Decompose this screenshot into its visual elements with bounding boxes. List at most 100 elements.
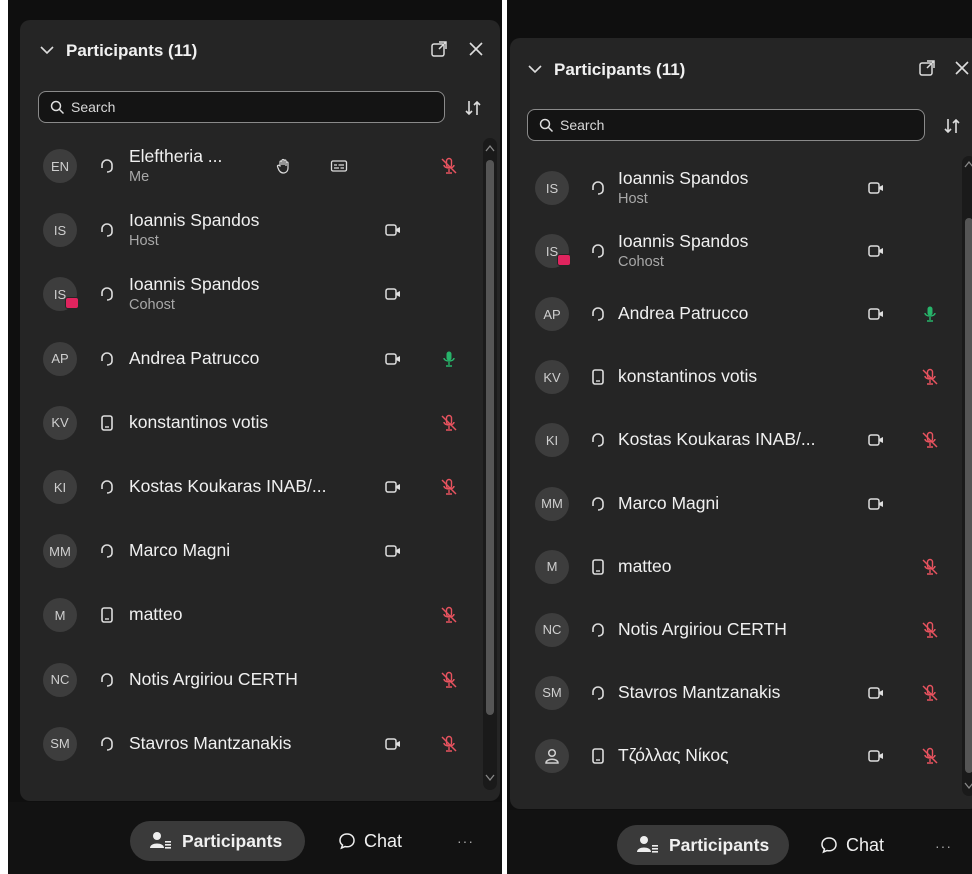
- participant-row[interactable]: KV konstantinos votis: [20, 395, 480, 451]
- headset-icon: [589, 495, 607, 513]
- participant-row[interactable]: MM Marco Magni: [20, 523, 480, 579]
- popout-icon[interactable]: [430, 40, 448, 58]
- participants-panel: Participants (11) ISIoannis SpandosHostI…: [510, 38, 972, 809]
- participant-name: Ioannis Spandos: [129, 210, 260, 231]
- scroll-down-icon[interactable]: [964, 782, 972, 790]
- search-input[interactable]: [71, 92, 371, 122]
- participant-name: matteo: [129, 604, 183, 625]
- captions-icon: [330, 157, 348, 175]
- mic-muted-icon: [440, 735, 458, 753]
- headset-icon: [589, 305, 607, 323]
- scrollbar-thumb[interactable]: [486, 160, 494, 715]
- chat-button[interactable]: Chat: [338, 821, 402, 861]
- participant-role: Cohost: [618, 254, 664, 271]
- avatar-initials: MM: [49, 543, 71, 559]
- participant-row[interactable]: Τζόλλας Νίκος: [510, 728, 960, 784]
- participant-row[interactable]: IS Ioannis Spandos Host: [20, 202, 480, 258]
- scrollbar-thumb[interactable]: [965, 218, 972, 773]
- video-icon: [867, 179, 885, 197]
- headset-icon: [98, 671, 116, 689]
- bottom-toolbar: Participants Chat ···: [507, 810, 972, 874]
- avatar: IS: [535, 234, 571, 269]
- video-icon: [867, 495, 885, 513]
- participant-name: Notis Argiriou CERTH: [618, 618, 787, 639]
- video-icon: [384, 542, 402, 560]
- participants-button[interactable]: Participants: [130, 821, 305, 861]
- participant-row[interactable]: IS Ioannis Spandos Cohost: [20, 266, 480, 322]
- video-icon: [867, 431, 885, 449]
- sort-icon[interactable]: [463, 98, 483, 118]
- avatar: KI: [43, 470, 77, 504]
- participants-button[interactable]: Participants: [617, 825, 789, 865]
- participant-row[interactable]: KI Kostas Koukaras INAB/...: [20, 459, 480, 515]
- participant-name: Ioannis Spandos: [129, 274, 260, 295]
- chat-button[interactable]: Chat: [820, 825, 884, 865]
- scrollbar[interactable]: [483, 138, 497, 790]
- scrollbar[interactable]: [962, 156, 972, 796]
- headset-icon: [98, 157, 116, 175]
- more-options-button[interactable]: ···: [935, 838, 952, 854]
- participant-row[interactable]: KV konstantinos votis: [510, 349, 960, 405]
- phone-icon: [98, 606, 116, 624]
- participants-button-label: Participants: [182, 830, 283, 851]
- close-icon[interactable]: [467, 40, 485, 58]
- avatar: NC: [43, 662, 77, 697]
- participant-row[interactable]: NC Notis Argiriou CERTH: [20, 652, 480, 708]
- search-box[interactable]: [527, 109, 925, 141]
- chat-button-label: Chat: [364, 830, 403, 851]
- scroll-up-icon[interactable]: [964, 160, 972, 168]
- avatar: KV: [535, 360, 569, 395]
- headset-icon: [98, 350, 116, 368]
- chevron-down-icon[interactable]: [38, 41, 56, 59]
- more-options-button[interactable]: ···: [457, 833, 474, 849]
- chat-icon: [821, 837, 837, 854]
- headset-icon: [589, 179, 607, 197]
- mic-muted-icon: [440, 157, 458, 175]
- mic-active-icon: [921, 305, 939, 323]
- avatar: AP: [535, 297, 569, 332]
- participant-row[interactable]: KI Kostas Koukaras INAB/...: [510, 412, 960, 468]
- video-icon: [384, 285, 402, 303]
- participant-row[interactable]: SM Stavros Mantzanakis: [510, 665, 960, 721]
- mic-muted-icon: [921, 621, 939, 639]
- avatar-initials: AP: [543, 306, 561, 322]
- participant-name: Ioannis Spandos: [618, 231, 749, 252]
- participant-row[interactable]: IS Ioannis Spandos Host: [510, 160, 960, 216]
- headset-icon: [589, 621, 607, 639]
- scroll-down-icon[interactable]: [485, 774, 495, 782]
- participant-name: Ioannis Spandos: [618, 168, 749, 188]
- participant-name: matteo: [618, 555, 672, 576]
- mic-muted-icon: [921, 747, 939, 765]
- video-icon: [867, 684, 885, 702]
- participant-name: Kostas Koukaras INAB/...: [129, 476, 327, 496]
- scroll-up-icon[interactable]: [485, 144, 495, 152]
- participant-row[interactable]: SM Stavros Mantzanakis: [20, 716, 480, 772]
- participant-name: Stavros Mantzanakis: [129, 732, 292, 753]
- participants-button-label: Participants: [669, 834, 770, 855]
- avatar-initials: IS: [545, 180, 559, 196]
- participant-role: Host: [129, 233, 159, 250]
- participant-row[interactable]: NC Notis Argiriou CERTH: [510, 602, 960, 658]
- close-icon[interactable]: [953, 59, 971, 77]
- mic-muted-icon: [921, 558, 939, 576]
- participants-icon: [150, 832, 171, 849]
- search-input[interactable]: [560, 110, 860, 140]
- participant-row[interactable]: AP Andrea Patrucco: [20, 331, 480, 387]
- participant-row[interactable]: EN Eleftheria ... Me: [20, 138, 480, 194]
- sort-icon[interactable]: [942, 116, 962, 136]
- participant-row[interactable]: IS Ioannis Spandos Cohost: [510, 223, 960, 279]
- video-icon: [384, 735, 402, 753]
- chevron-down-icon[interactable]: [526, 60, 544, 78]
- participant-row[interactable]: Mmatteo: [20, 587, 480, 643]
- participant-role: Me: [129, 169, 150, 185]
- search-box[interactable]: [38, 91, 445, 123]
- avatar-initials: MM: [541, 496, 563, 511]
- popout-icon[interactable]: [918, 59, 936, 77]
- participant-row[interactable]: MM Marco Magni: [510, 476, 960, 532]
- avatar: M: [535, 549, 569, 584]
- avatar: AP: [43, 341, 77, 376]
- raise-hand-icon: [275, 157, 293, 175]
- participant-row[interactable]: Mmatteo: [510, 539, 960, 595]
- headset-icon: [589, 431, 607, 449]
- participant-row[interactable]: AP Andrea Patrucco: [510, 286, 960, 342]
